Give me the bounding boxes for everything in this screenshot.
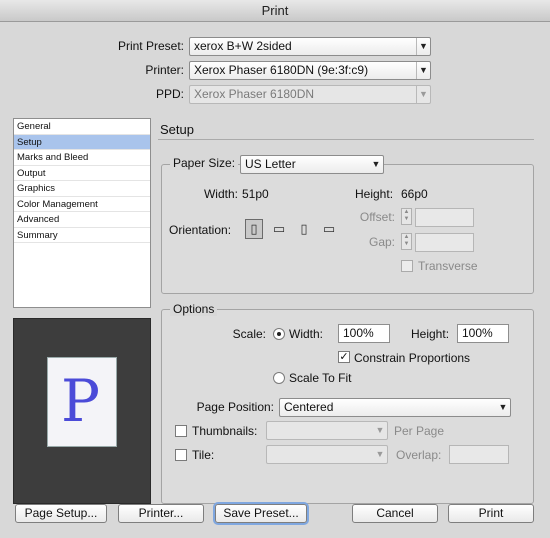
print-preset-label: Print Preset: [117, 39, 184, 53]
chevron-down-icon: ▼ [375, 425, 385, 435]
printer-button[interactable]: Printer... [118, 504, 204, 523]
orientation-label: Orientation: [169, 223, 232, 237]
chevron-down-icon: ▼ [371, 159, 381, 169]
scale-to-fit-label: Scale To Fit [289, 371, 352, 385]
paper-size-select[interactable]: US Letter ▼ [240, 155, 384, 174]
thumbnails-checkbox[interactable] [175, 425, 187, 437]
paper-size-label: Paper Size: [170, 156, 239, 170]
cancel-button[interactable]: Cancel [352, 504, 438, 523]
printer-value: Xerox Phaser 6180DN (9e:3f:c9) [194, 63, 369, 77]
thumbnails-label: Thumbnails: [192, 424, 258, 438]
width-label: Width: [203, 187, 238, 201]
scale-height-field[interactable]: 100% [457, 324, 509, 343]
setup-heading: Setup [160, 122, 194, 137]
print-preset-value: xerox B+W 2sided [194, 39, 292, 53]
reverse-landscape-icon[interactable]: ▭ [320, 219, 338, 239]
page-position-select[interactable]: Centered ▼ [279, 398, 511, 417]
tile-checkbox[interactable] [175, 449, 187, 461]
preview-glyph: P [61, 367, 101, 435]
height-value: 66p0 [401, 187, 428, 201]
save-preset-button[interactable]: Save Preset... [215, 504, 307, 523]
sidebar-item-color-management[interactable]: Color Management [14, 197, 150, 212]
sidebar-item-general[interactable]: General [14, 119, 150, 135]
offset-field [415, 208, 474, 227]
portrait-icon[interactable]: ▯ [245, 219, 263, 239]
per-page-label: Per Page [394, 424, 445, 438]
constrain-proportions-checkbox[interactable]: ✓ [338, 351, 350, 363]
constrain-proportions-label: Constrain Proportions [354, 351, 471, 365]
print-button[interactable]: Print [448, 504, 534, 523]
options-label: Options [170, 302, 218, 316]
overlap-field [449, 445, 509, 464]
page-position-label: Page Position: [196, 400, 274, 414]
offset-label: Offset: [359, 210, 395, 224]
scale-to-fit-radio[interactable] [273, 372, 285, 384]
printer-label: Printer: [145, 63, 184, 77]
reverse-portrait-icon[interactable]: ▯ [295, 219, 313, 239]
printer-select[interactable]: Xerox Phaser 6180DN (9e:3f:c9) ▼ [189, 61, 431, 80]
gap-label: Gap: [368, 235, 395, 249]
sidebar-item-summary[interactable]: Summary [14, 228, 150, 243]
scale-width-radio[interactable] [273, 328, 285, 340]
sidebar-item-setup[interactable]: Setup [14, 134, 150, 150]
orientation-group: ▯ ▭ ▯ ▭ [245, 219, 345, 241]
tile-select: ▼ [266, 445, 388, 464]
thumbnails-select: ▼ [266, 421, 388, 440]
radio-selected-dot [277, 332, 281, 336]
preview-page: P [47, 357, 117, 447]
transverse-label: Transverse [418, 259, 478, 273]
print-dialog: Print Preset: xerox B+W 2sided ▼ Printer… [0, 22, 550, 538]
sidebar-item-graphics[interactable]: Graphics [14, 181, 150, 197]
landscape-icon[interactable]: ▭ [270, 219, 288, 239]
setup-divider [158, 139, 534, 140]
ppd-label: PPD: [155, 87, 184, 101]
chevron-down-icon: ▼ [416, 38, 430, 55]
chevron-down-icon: ▼ [498, 402, 508, 412]
offset-stepper: ▲ ▼ [401, 208, 412, 225]
scale-height-label: Height: [411, 327, 450, 341]
page-preview: P [13, 318, 151, 504]
print-preset-select[interactable]: xerox B+W 2sided ▼ [189, 37, 431, 56]
page-setup-button[interactable]: Page Setup... [15, 504, 107, 523]
overlap-label: Overlap: [396, 448, 442, 462]
gap-stepper: ▲ ▼ [401, 233, 412, 250]
ppd-select: Xerox Phaser 6180DN ▼ [189, 85, 431, 104]
sidebar-item-advanced[interactable]: Advanced [14, 212, 150, 228]
chevron-down-icon: ▼ [416, 86, 430, 103]
scale-width-label: Width: [289, 327, 324, 341]
height-label: Height: [355, 187, 394, 201]
scale-label: Scale: [232, 327, 266, 341]
chevron-down-icon: ▼ [375, 449, 385, 459]
category-list: General Setup Marks and Bleed Output Gra… [13, 118, 151, 308]
chevron-down-icon: ▼ [416, 62, 430, 79]
ppd-value: Xerox Phaser 6180DN [194, 87, 315, 101]
paper-size-value: US Letter [245, 157, 296, 171]
page-position-value: Centered [284, 400, 334, 414]
window-title: Print [0, 0, 550, 22]
scale-width-field[interactable]: 100% [338, 324, 390, 343]
tile-label: Tile: [192, 448, 215, 462]
width-value: 51p0 [242, 187, 269, 201]
gap-field [415, 233, 474, 252]
sidebar-item-output[interactable]: Output [14, 166, 150, 181]
transverse-checkbox [401, 260, 413, 272]
sidebar-item-marks-and-bleed[interactable]: Marks and Bleed [14, 150, 150, 166]
